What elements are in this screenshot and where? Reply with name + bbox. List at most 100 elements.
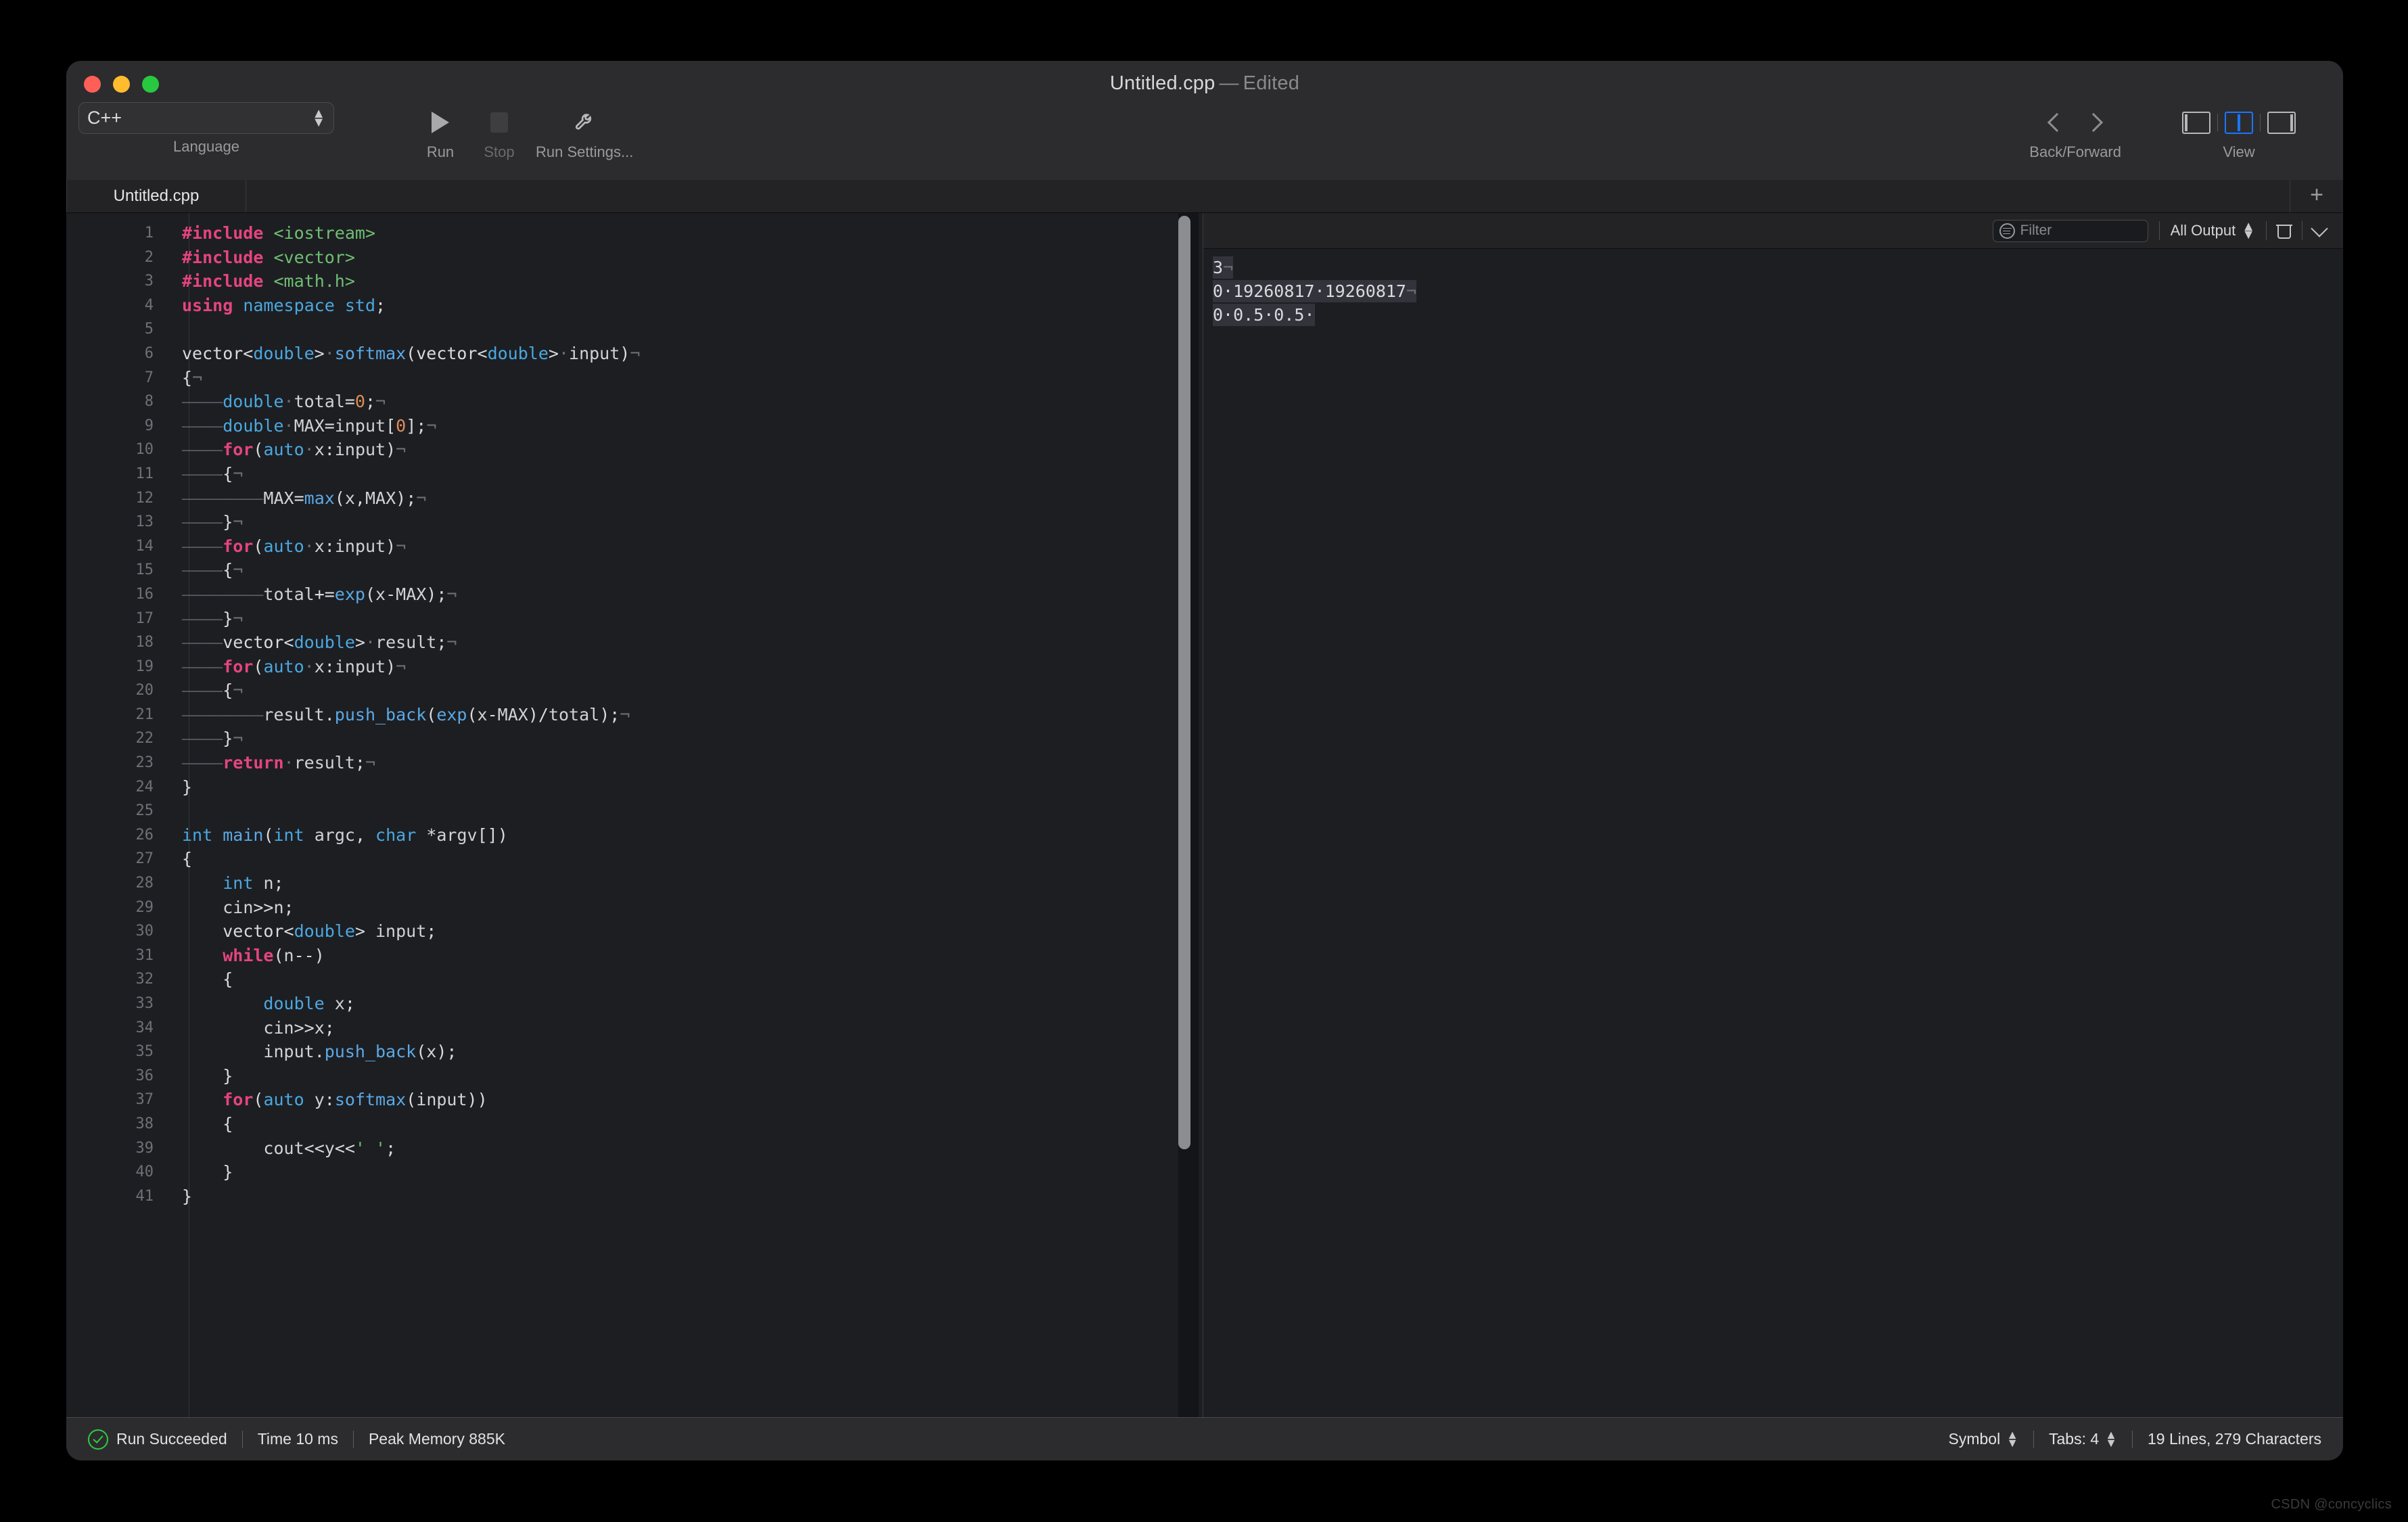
code-line[interactable]: 15 ————{¬	[66, 555, 1203, 585]
line-number: 23	[135, 754, 154, 772]
line-content: {	[182, 1113, 233, 1134]
code-line[interactable]: 19 ————for(auto·x:input)¬	[66, 651, 1203, 681]
code-editor[interactable]: 1 #include <iostream> 2 #include <vector> 3 #…	[66, 213, 1203, 1417]
code-line[interactable]: 3 #include <math.h>	[66, 269, 1203, 294]
symbol-select[interactable]: Symbol ▲ ▼	[1933, 1429, 2033, 1448]
window-title-dash: —	[1219, 72, 1239, 94]
line-number: 3	[144, 273, 154, 290]
line-content: ————return·result;¬	[160, 747, 1203, 778]
line-content: ————{¬	[160, 555, 1203, 585]
run-group[interactable]: Run	[421, 106, 459, 161]
code-line[interactable]: 39 cout<<y<<' ';	[66, 1136, 1203, 1161]
line-content: #include <iostream>	[182, 223, 375, 243]
tabs-select[interactable]: Tabs: 4 ▲ ▼	[2034, 1428, 2132, 1450]
code-line[interactable]: 35 input.push_back(x);	[66, 1040, 1203, 1064]
line-content: ————}¬	[160, 723, 1203, 754]
code-line[interactable]: 13 ————}¬	[66, 507, 1203, 537]
line-number: 39	[135, 1139, 154, 1157]
code-line[interactable]: 20 ————{¬	[66, 675, 1203, 706]
line-content: {	[182, 849, 193, 869]
line-content: ————{¬	[160, 675, 1203, 706]
line-content: }	[160, 771, 1203, 802]
run-settings-group[interactable]: Run Settings...	[536, 106, 633, 161]
line-content: double x;	[263, 994, 355, 1013]
editor-scrollbar-thumb[interactable]	[1178, 216, 1190, 1149]
code-line[interactable]: 30 vector<double> input;	[66, 919, 1203, 944]
code-line[interactable]: 16 ————————total+=exp(x-MAX);¬	[66, 578, 1203, 609]
code-line[interactable]: 25	[66, 799, 1203, 823]
code-line[interactable]: 32 {	[66, 967, 1203, 992]
code-line[interactable]: 38 {	[66, 1112, 1203, 1136]
code-line[interactable]: 37 for(auto y:softmax(input))	[66, 1088, 1203, 1112]
code-line[interactable]: 17 ————}¬	[66, 603, 1203, 633]
code-line[interactable]: 7 {¬	[66, 362, 1203, 392]
toolbar: C++ ▲ ▼ Language Run Stop Run Settings...	[66, 102, 2343, 180]
code-line[interactable]: 12 ————————MAX=max(x,MAX);¬	[66, 482, 1203, 513]
console-line: 0·0.5·0.5·	[1213, 304, 1315, 326]
play-icon[interactable]	[421, 106, 459, 139]
code-line[interactable]: 21 ————————result.push_back(exp(x-MAX)/to…	[66, 699, 1203, 730]
line-content: #include <math.h>	[182, 271, 355, 292]
code-line[interactable]: 31 while(n--)	[66, 944, 1203, 968]
code-line[interactable]: 40 }	[66, 1160, 1203, 1184]
editor-scrollbar-track[interactable]	[1178, 213, 1199, 1417]
line-number: 36	[135, 1067, 154, 1084]
line-number: 18	[135, 634, 154, 651]
console-output[interactable]: 3¬ 0·19260817·19260817¬ 0·0.5·0.5·	[1203, 249, 2343, 1417]
wrench-icon[interactable]	[565, 106, 603, 139]
code-line[interactable]: 29 cin>>n;	[66, 896, 1203, 920]
trash-icon[interactable]	[2276, 223, 2292, 239]
new-tab-button[interactable]: +	[2290, 180, 2343, 212]
line-number: 21	[135, 706, 154, 723]
code-line[interactable]: 14 ————for(auto·x:input)¬	[66, 530, 1203, 561]
code-line[interactable]: 36 }	[66, 1064, 1203, 1088]
code-lines-container[interactable]: 1 #include <iostream> 2 #include <vector> 3 #…	[66, 221, 1203, 1208]
code-line[interactable]: 34 cin>>x;	[66, 1016, 1203, 1040]
line-number: 17	[135, 609, 154, 627]
code-line[interactable]: 8 ————double·total=0;¬	[66, 386, 1203, 417]
filter-input[interactable]: Filter	[1992, 219, 2148, 242]
code-line[interactable]: 24}	[66, 771, 1203, 802]
line-number: 28	[135, 875, 154, 892]
line-content: ————double·total=0;¬	[160, 386, 1203, 417]
code-line[interactable]: 2 #include <vector>	[66, 246, 1203, 270]
view-center-panel-button[interactable]	[2225, 111, 2253, 134]
code-line[interactable]: 22 ————}¬	[66, 723, 1203, 754]
code-line[interactable]: 4 using namespace std;	[66, 294, 1203, 318]
code-line[interactable]: 1 #include <iostream>	[66, 221, 1203, 246]
language-select[interactable]: C++ ▲ ▼	[78, 102, 334, 134]
code-line[interactable]: 41}	[66, 1184, 1203, 1209]
line-number: 33	[135, 995, 154, 1012]
line-content: input.push_back(x);	[263, 1042, 457, 1062]
tab-untitled-cpp[interactable]: Untitled.cpp	[66, 180, 246, 212]
code-line[interactable]: 6 vector<double>·softmax(vector<double>·i…	[66, 338, 1203, 369]
stop-group[interactable]: Stop	[480, 106, 518, 161]
code-line[interactable]: 23 ————return·result;¬	[66, 747, 1203, 778]
view-right-panel-button[interactable]	[2267, 111, 2296, 134]
code-line[interactable]: 27 {	[66, 847, 1203, 871]
code-line[interactable]: 33 double x;	[66, 992, 1203, 1016]
code-line[interactable]: 5	[66, 317, 1203, 342]
code-line[interactable]: 18 ————vector<double>·result;¬	[66, 627, 1203, 658]
code-line[interactable]: 9 ————double·MAX=input[0];¬	[66, 410, 1203, 440]
code-line[interactable]: 11 ————{¬	[66, 458, 1203, 489]
code-line[interactable]: 28 int n;	[66, 871, 1203, 896]
stop-icon[interactable]	[480, 106, 518, 139]
line-number: 9	[144, 417, 154, 434]
view-left-panel-button[interactable]	[2182, 111, 2210, 134]
chevron-right-icon[interactable]	[2083, 112, 2104, 133]
line-number: 40	[135, 1163, 154, 1181]
line-content: int main(int argc, char *argv[])	[182, 825, 508, 845]
stepper-icon: ▲ ▼	[2105, 1428, 2117, 1450]
view-group: View	[2175, 106, 2302, 161]
line-content: while(n--)	[223, 945, 325, 965]
code-line[interactable]: 26 int main(int argc, char *argv[])	[66, 823, 1203, 848]
line-content: }	[182, 1186, 193, 1206]
code-line[interactable]: 10 ————for(auto·x:input)¬	[66, 434, 1203, 465]
chevron-left-icon[interactable]	[2047, 112, 2067, 133]
output-scope-select[interactable]: All Output ▲ ▼	[2171, 219, 2255, 241]
check-circle-icon	[88, 1429, 108, 1450]
peak-memory: Peak Memory 885K	[368, 1430, 505, 1448]
line-content: #include <vector>	[182, 247, 355, 267]
chevron-down-icon[interactable]	[2311, 220, 2328, 237]
